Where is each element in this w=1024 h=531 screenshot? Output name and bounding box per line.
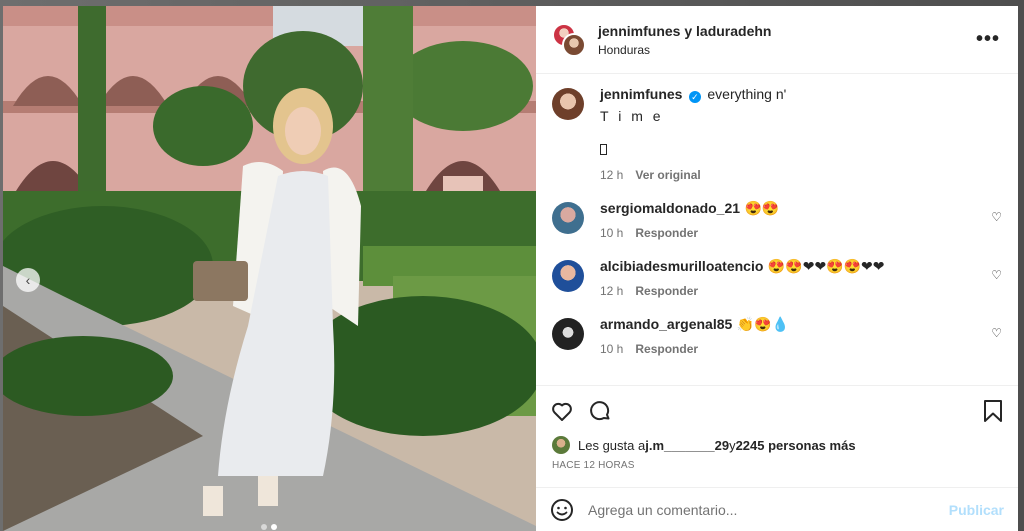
caption: jennimfunes ✓ everything n' T i m e 12 h…	[552, 86, 1002, 182]
chevron-left-icon: ‹	[25, 272, 31, 288]
publish-button[interactable]: Publicar	[949, 502, 1004, 518]
post-actions-bar	[536, 386, 1018, 436]
post-details-panel: jennimfunes y laduradehn Honduras ••• je…	[536, 6, 1018, 531]
see-original-button[interactable]: Ver original	[635, 168, 700, 182]
comment-username[interactable]: sergiomaldonado_21	[600, 200, 740, 216]
post-image	[3, 6, 536, 531]
like-heart-icon[interactable]	[550, 399, 574, 423]
reply-button[interactable]: Responder	[635, 342, 698, 356]
comment-time[interactable]: 10 h	[600, 226, 623, 240]
comment-text: 😍😍❤❤😍😍❤❤	[767, 258, 885, 274]
post-header: jennimfunes y laduradehn Honduras •••	[536, 6, 1018, 74]
post-photo: ‹	[3, 6, 536, 531]
collab-avatars[interactable]	[552, 22, 586, 57]
avatar[interactable]	[552, 88, 584, 120]
likes-user-link[interactable]: j.m_______29	[645, 438, 729, 453]
avatar[interactable]	[552, 202, 584, 234]
avatar[interactable]	[552, 436, 570, 454]
comment-username[interactable]: alcibiadesmurilloatencio	[600, 258, 763, 274]
reply-button[interactable]: Responder	[635, 284, 698, 298]
post-authors[interactable]: jennimfunes y laduradehn	[598, 23, 771, 39]
comment-time[interactable]: 10 h	[600, 342, 623, 356]
likes-prefix: Les gusta a	[578, 437, 646, 453]
comment-item: sergiomaldonado_21 😍😍 10 h Responder ♡	[552, 200, 1002, 240]
comment-input[interactable]	[588, 501, 949, 518]
bookmark-icon[interactable]	[982, 399, 1004, 428]
carousel-prev-button[interactable]: ‹	[16, 268, 40, 292]
comment-time[interactable]: 12 h	[600, 284, 623, 298]
comment-like-heart-icon[interactable]: ♡	[991, 326, 1002, 340]
comment-like-heart-icon[interactable]: ♡	[991, 268, 1002, 282]
post-timestamp[interactable]: HACE 12 HORAS	[536, 454, 1018, 471]
carousel-dots	[261, 524, 277, 530]
comment-username[interactable]: armando_argenal85	[600, 316, 732, 332]
caption-username[interactable]: jennimfunes	[600, 86, 682, 102]
avatar[interactable]	[552, 318, 584, 350]
likes-summary: Les gusta a j.m_______29 y 2245 personas…	[536, 436, 1018, 454]
add-comment-bar: Publicar	[536, 487, 1018, 531]
post-location[interactable]: Honduras	[598, 43, 771, 57]
avatar[interactable]	[562, 32, 586, 57]
comments-scroll[interactable]: jennimfunes ✓ everything n' T i m e 12 h…	[536, 74, 1018, 386]
caption-line-2: T i m e	[600, 108, 664, 124]
comment-text: 👏😍💧	[736, 316, 790, 332]
comment-text: 😍😍	[744, 200, 780, 216]
comment-like-heart-icon[interactable]: ♡	[991, 210, 1002, 224]
more-options-icon[interactable]: •••	[976, 28, 1000, 51]
carousel-dot-active	[271, 524, 277, 530]
comment-item: alcibiadesmurilloatencio 😍😍❤❤😍😍❤❤ 12 h R…	[552, 258, 1002, 298]
reply-button[interactable]: Responder	[635, 226, 698, 240]
likes-others-link[interactable]: 2245 personas más	[736, 438, 856, 453]
smiley-icon[interactable]	[550, 498, 574, 522]
verified-badge-icon: ✓	[688, 91, 701, 103]
carousel-dot	[261, 524, 267, 530]
comment-item: armando_argenal85 👏😍💧 10 h Responder ♡	[552, 316, 1002, 356]
avatar[interactable]	[552, 260, 584, 292]
comment-icon[interactable]	[588, 399, 612, 423]
caption-text: everything n'	[707, 86, 787, 102]
caption-time[interactable]: 12 h	[600, 168, 623, 182]
missing-glyph-icon	[600, 144, 607, 155]
